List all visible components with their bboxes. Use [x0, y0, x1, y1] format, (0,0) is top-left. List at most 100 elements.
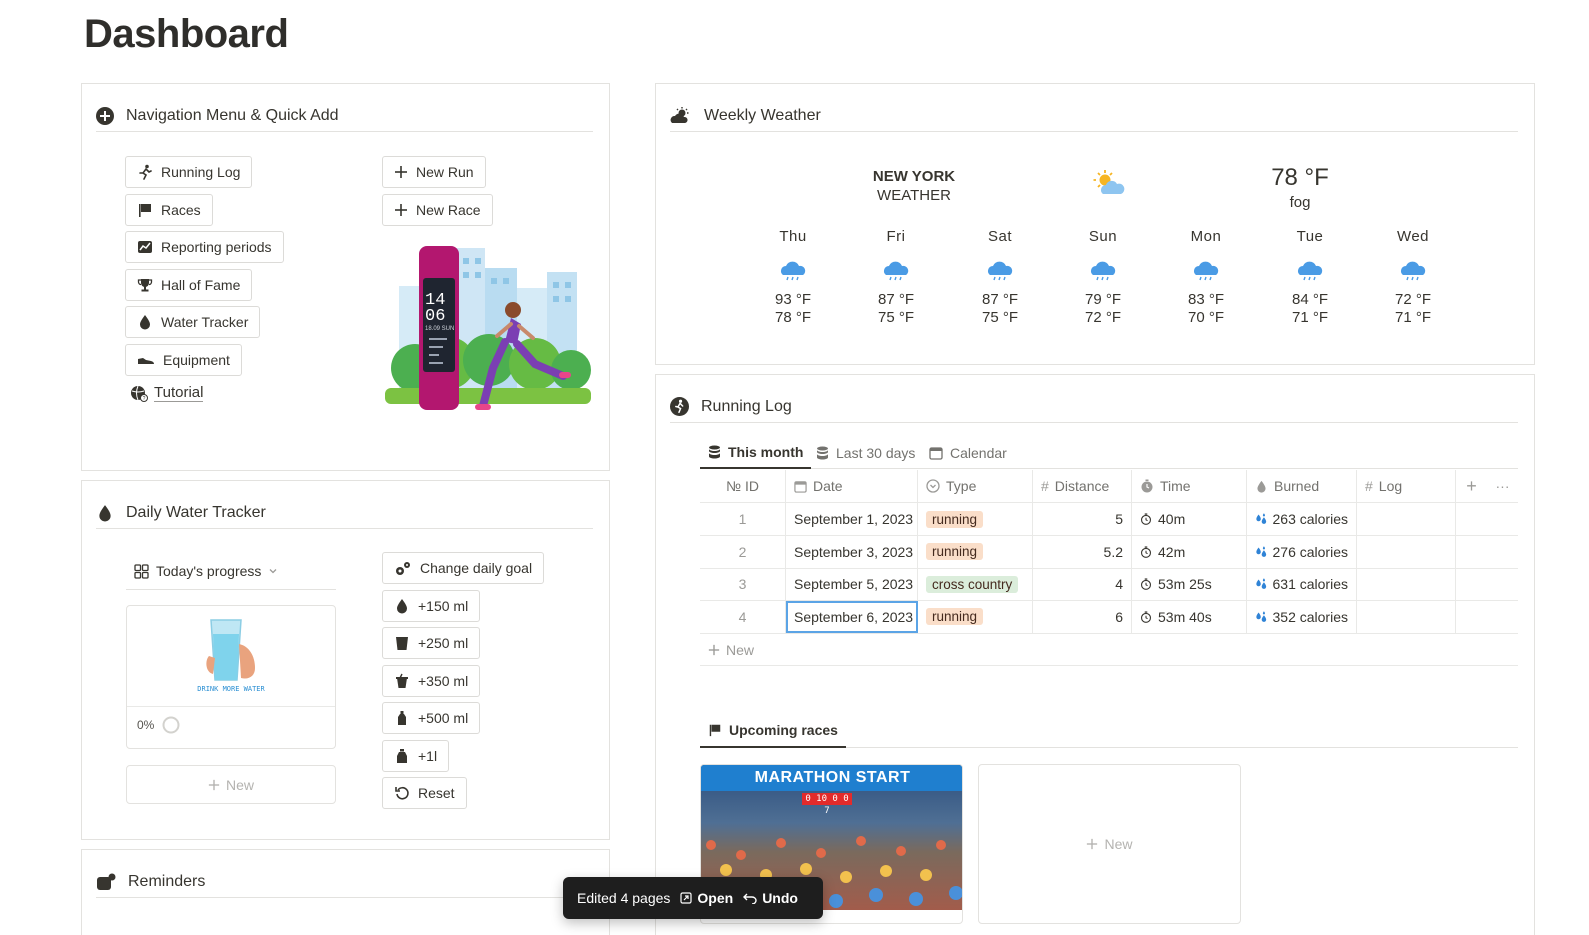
table-row[interactable]: 2 September 3, 2023 running 5.2 42m 276 calor…	[700, 535, 1518, 569]
cell-time[interactable]: 40m	[1132, 503, 1247, 535]
reset-button[interactable]: Reset	[382, 777, 467, 809]
weather-current: 78 °F fog	[1250, 164, 1350, 211]
cell-burned[interactable]: 263 calories	[1247, 503, 1357, 535]
weather-current-temp: 78 °F	[1271, 164, 1329, 191]
weather-city: NEW YORK WEATHER	[858, 168, 970, 204]
add-250ml-button[interactable]: +250 ml	[382, 627, 481, 659]
water-panel-header: Daily Water Tracker	[96, 497, 593, 529]
drop-icon	[99, 504, 111, 521]
cell-log[interactable]	[1357, 600, 1456, 633]
plus-icon	[1087, 838, 1098, 850]
nav-link-races[interactable]: Races	[125, 194, 213, 226]
cell-distance[interactable]: 6	[1033, 600, 1132, 633]
nav-link-running-log[interactable]: Running Log	[125, 156, 253, 188]
column-header-type[interactable]: Type	[918, 470, 1033, 502]
tab-this-month[interactable]: This month	[700, 436, 812, 469]
cell-date[interactable]: September 1, 2023	[786, 503, 918, 535]
cell-text: September 3, 2023	[794, 543, 914, 560]
forecast-low: 71 °F	[1394, 309, 1431, 326]
running-log-new-row[interactable]: New	[700, 635, 1518, 666]
add-1l-button[interactable]: +1l	[382, 740, 450, 772]
running-circle-icon	[670, 397, 689, 416]
race-new-card[interactable]: New	[978, 764, 1241, 924]
watch-date: 18.09 SUN	[425, 326, 454, 332]
weather-panel-title: Weekly Weather	[704, 106, 821, 124]
toast-undo-button[interactable]: Undo	[743, 890, 798, 906]
change-daily-goal-button[interactable]: Change daily goal	[382, 552, 545, 584]
add-column-button[interactable]: +	[1456, 470, 1487, 502]
cell-text: September 1, 2023	[794, 511, 914, 527]
calendar-icon	[794, 480, 807, 493]
more-options-button[interactable]: ···	[1487, 470, 1518, 502]
column-header-burned[interactable]: Burned	[1247, 470, 1357, 502]
cell-date[interactable]: September 3, 2023	[786, 535, 918, 568]
nav-link-water-tracker[interactable]: Water Tracker	[125, 306, 261, 338]
tab-upcoming-races[interactable]: Upcoming races	[700, 713, 846, 748]
table-header-row: № ID Date Type # Distance Time Burned # …	[700, 470, 1518, 503]
plus-icon	[395, 204, 407, 216]
race-card-banner: MARATHON START	[701, 765, 962, 791]
add-150ml-button[interactable]: +150 ml	[382, 590, 481, 622]
cell-distance[interactable]: 5.2	[1033, 535, 1132, 568]
cell-log[interactable]	[1357, 535, 1456, 568]
cell-time[interactable]: 53m 40s	[1132, 600, 1247, 633]
cell-type[interactable]: cross country	[918, 568, 1033, 600]
cell-type[interactable]: running	[918, 503, 1033, 535]
cell-distance[interactable]: 5	[1033, 503, 1132, 535]
column-header-id[interactable]: № ID	[700, 470, 786, 502]
cell-log[interactable]	[1357, 568, 1456, 600]
cell-burned[interactable]: 631 calories	[1247, 568, 1357, 600]
todays-progress-view[interactable]: Today's progress	[126, 553, 336, 590]
toast-open-button[interactable]: Open	[680, 890, 733, 906]
new-run-button[interactable]: New Run	[382, 156, 486, 188]
cell-burned[interactable]: 352 calories	[1247, 600, 1357, 633]
cell-time[interactable]: 53m 25s	[1132, 568, 1247, 600]
chevron-down-icon	[269, 569, 277, 574]
column-header-date[interactable]: Date	[786, 470, 918, 502]
cell-distance[interactable]: 4	[1033, 568, 1132, 600]
tab-label: Last 30 days	[836, 444, 916, 461]
nav-link-reporting-periods[interactable]: Reporting periods	[125, 231, 284, 263]
cell-text: 3	[738, 576, 747, 592]
forecast-high: 83 °F	[1187, 291, 1224, 308]
weather-panel-header: Weekly Weather	[670, 100, 1518, 132]
nav-link-hall-of-fame[interactable]: Hall of Fame	[125, 269, 253, 301]
stopwatch-icon	[1140, 610, 1152, 623]
add-500ml-button[interactable]: +500 ml	[382, 702, 481, 734]
column-header-time[interactable]: Time	[1132, 470, 1247, 502]
cell-date[interactable]: September 6, 2023	[786, 600, 918, 633]
cell-log[interactable]	[1357, 503, 1456, 535]
cell-time[interactable]: 42m	[1132, 535, 1247, 568]
table-row[interactable]: 1 September 1, 2023 running 5 40m 263 calorie…	[700, 503, 1518, 536]
cell-burned[interactable]: 276 calories	[1247, 535, 1357, 568]
cell-id[interactable]: 4	[700, 600, 786, 633]
type-tag: running	[926, 608, 984, 625]
column-label: Date	[813, 478, 843, 494]
cell-id[interactable]: 2	[700, 535, 786, 568]
table-row[interactable]: 3 September 5, 2023 cross country 4 53m 25s 6…	[700, 568, 1518, 601]
cell-id[interactable]: 1	[700, 503, 786, 535]
column-header-log[interactable]: # Log	[1357, 470, 1456, 502]
tab-calendar[interactable]: Calendar	[929, 436, 1007, 469]
drops-icon	[1256, 545, 1267, 557]
new-race-button[interactable]: New Race	[382, 194, 493, 226]
cell-type[interactable]: running	[918, 535, 1033, 568]
water-progress-card[interactable]: DRINK MORE WATER 0%	[126, 605, 336, 749]
cell-text: 2	[738, 543, 747, 560]
cell-text: 6	[1115, 608, 1123, 625]
cell-type[interactable]: running	[918, 600, 1033, 633]
cell-id[interactable]: 3	[700, 568, 786, 600]
cup-icon	[396, 673, 408, 688]
water-new-label: New	[225, 776, 254, 793]
tutorial-link[interactable]: ? Tutorial	[130, 384, 204, 402]
cell-date[interactable]: September 5, 2023	[786, 568, 918, 600]
table-row[interactable]: 4 September 6, 2023 running 6 53m 40s 352 cal…	[700, 600, 1518, 634]
tab-last-30-days[interactable]: Last 30 days	[816, 436, 915, 469]
nav-link-equipment[interactable]: Equipment	[125, 344, 242, 376]
plus-icon	[395, 166, 407, 178]
column-header-distance[interactable]: # Distance	[1033, 470, 1132, 502]
cell-text: 631 calories	[1272, 576, 1349, 592]
water-new-card[interactable]: New	[126, 765, 336, 804]
add-350ml-button[interactable]: +350 ml	[382, 665, 481, 697]
plus-icon	[208, 779, 220, 790]
